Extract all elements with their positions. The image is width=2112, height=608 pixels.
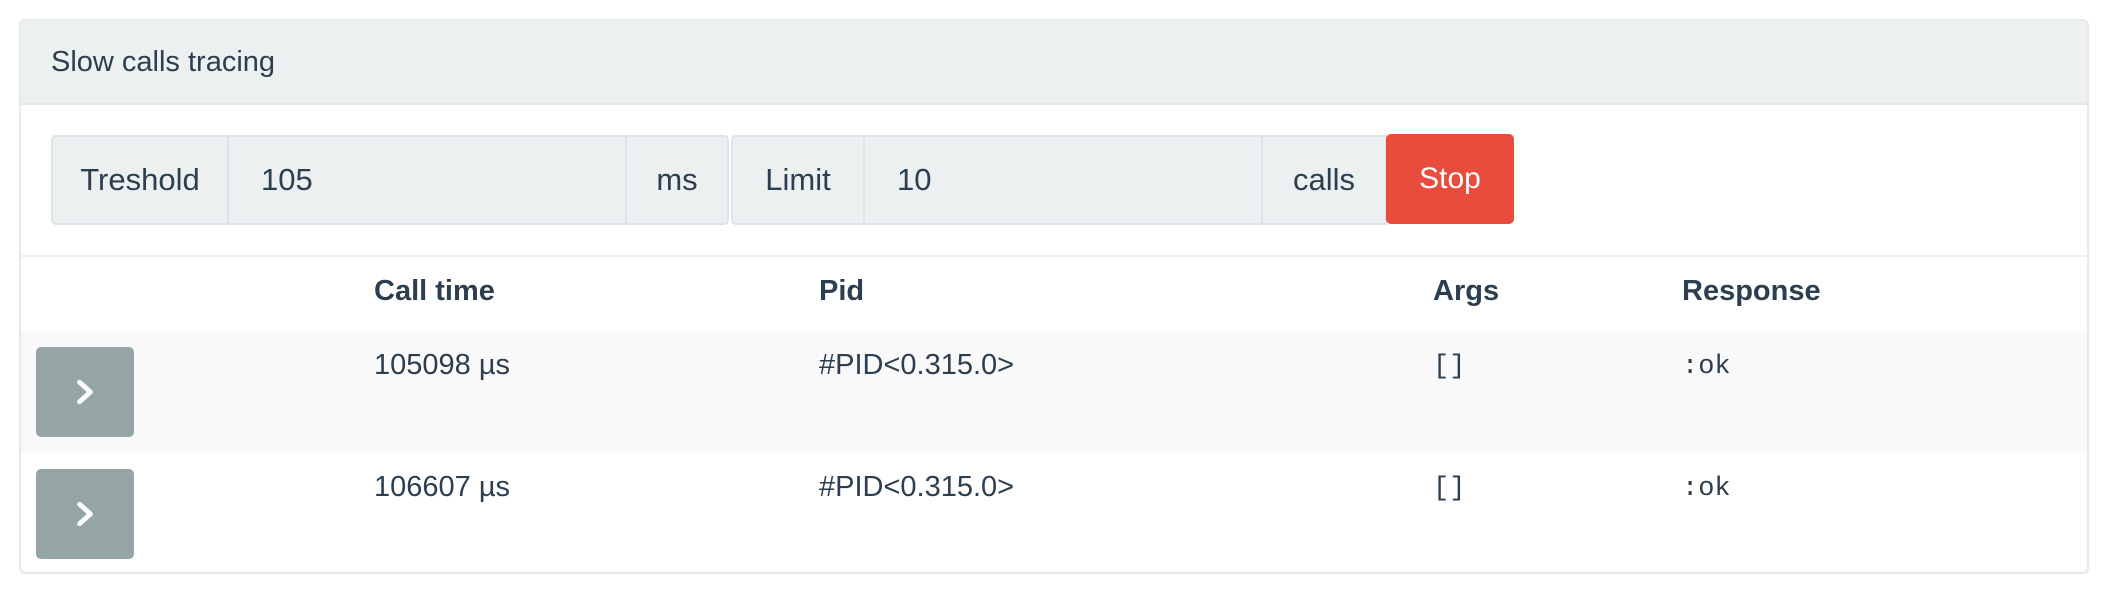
limit-input[interactable]: 10 bbox=[863, 135, 1263, 225]
column-header-response: Response bbox=[1682, 275, 1821, 307]
slow-calls-panel: Slow calls tracing Treshold 105 ms Limit… bbox=[19, 19, 2089, 574]
threshold-unit: ms bbox=[625, 135, 729, 225]
args-cell: [] bbox=[1433, 474, 1466, 504]
call-time-cell: 105098 µs bbox=[374, 349, 511, 381]
stop-button[interactable]: Stop bbox=[1386, 134, 1514, 224]
response-cell: :ok bbox=[1682, 352, 1731, 382]
args-cell: [] bbox=[1433, 352, 1466, 382]
column-header-args: Args bbox=[1433, 275, 1500, 307]
chevron-right-icon bbox=[77, 379, 93, 405]
table-row: 105098 µs #PID<0.315.0> [] :ok bbox=[21, 331, 2087, 453]
expand-row-button[interactable] bbox=[36, 469, 134, 559]
limit-label: Limit bbox=[731, 135, 865, 225]
limit-input-value: 10 bbox=[897, 162, 932, 197]
response-cell: :ok bbox=[1682, 474, 1731, 504]
limit-label-text: Limit bbox=[765, 162, 831, 197]
threshold-input-value: 105 bbox=[261, 162, 313, 197]
call-time-cell: 106607 µs bbox=[374, 471, 511, 503]
column-header-pid: Pid bbox=[819, 275, 865, 307]
threshold-input[interactable]: 105 bbox=[227, 135, 627, 225]
pid-cell: #PID<0.315.0> bbox=[819, 349, 1015, 381]
panel-heading: Slow calls tracing bbox=[21, 21, 2087, 105]
column-header-call-time: Call time bbox=[374, 275, 495, 307]
panel-title: Slow calls tracing bbox=[51, 45, 276, 78]
expand-row-button[interactable] bbox=[36, 347, 134, 437]
tracing-controls: Treshold 105 ms Limit 10 calls Stop bbox=[21, 105, 2087, 257]
table-header: Call time Pid Args Response bbox=[21, 257, 2087, 331]
threshold-label-text: Treshold bbox=[80, 162, 200, 197]
stop-button-label: Stop bbox=[1419, 162, 1481, 195]
table-row: 106607 µs #PID<0.315.0> [] :ok bbox=[21, 453, 2087, 572]
threshold-label: Treshold bbox=[51, 135, 229, 225]
limit-unit-text: calls bbox=[1292, 162, 1355, 197]
limit-unit: calls bbox=[1261, 135, 1387, 225]
chevron-right-icon bbox=[77, 501, 93, 527]
pid-cell: #PID<0.315.0> bbox=[819, 471, 1015, 503]
threshold-unit-text: ms bbox=[656, 162, 698, 197]
